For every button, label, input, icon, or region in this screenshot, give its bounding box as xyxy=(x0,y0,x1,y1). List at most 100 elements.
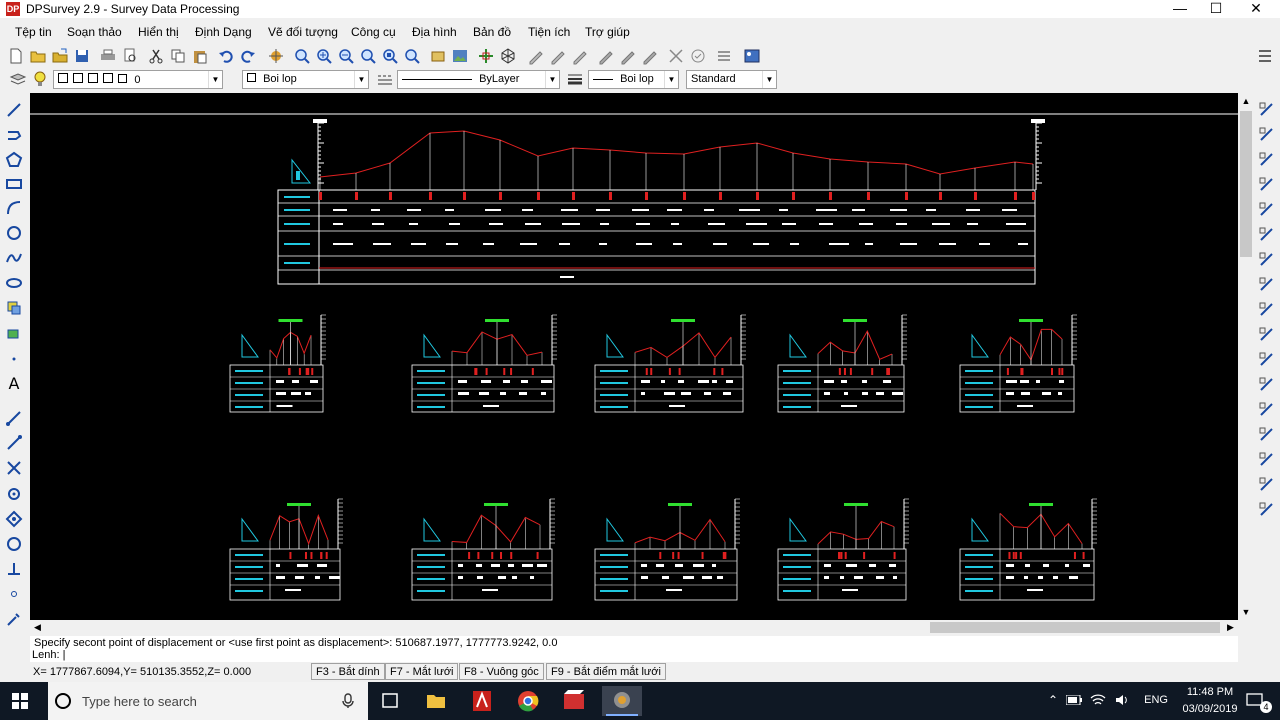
dimension-icon[interactable] xyxy=(5,434,23,452)
make-block-icon[interactable] xyxy=(5,325,23,343)
circle-icon[interactable] xyxy=(5,224,23,242)
break-icon[interactable] xyxy=(1258,476,1276,494)
extend-icon[interactable] xyxy=(5,485,23,503)
scroll-up-icon[interactable]: ▲ xyxy=(1238,93,1254,109)
chevron-down-icon[interactable]: ▼ xyxy=(762,71,776,88)
edit-tool-1-icon[interactable] xyxy=(597,47,615,65)
chevron-down-icon[interactable]: ▼ xyxy=(208,71,222,88)
chrome-icon[interactable] xyxy=(512,686,544,716)
rectangle-icon[interactable] xyxy=(5,175,23,193)
draw-tool-3-icon[interactable] xyxy=(571,47,589,65)
trim-icon[interactable] xyxy=(5,459,23,477)
vertical-scroll-thumb[interactable] xyxy=(1240,111,1252,257)
edit-tool-2-icon[interactable] xyxy=(619,47,637,65)
horizontal-scroll-thumb[interactable] xyxy=(930,622,1220,633)
scroll-right-icon[interactable]: ▶ xyxy=(1223,620,1238,635)
hatch-icon[interactable] xyxy=(715,47,733,65)
dim-diameter-icon[interactable] xyxy=(1258,201,1276,219)
copy-icon[interactable] xyxy=(169,47,187,65)
perpendicular-icon[interactable] xyxy=(5,560,23,578)
draw-tool-2-icon[interactable] xyxy=(549,47,567,65)
maximize-button[interactable]: ☐ xyxy=(1196,0,1236,18)
layer-combo[interactable]: 0 ▼ xyxy=(53,70,223,89)
lineweight-icon[interactable] xyxy=(566,70,584,88)
toolbar-options-icon[interactable] xyxy=(1256,47,1274,65)
zoom-realtime-icon[interactable] xyxy=(293,47,311,65)
edit-icon[interactable] xyxy=(1258,301,1276,319)
menu-format[interactable]: Định Dạng xyxy=(195,25,252,39)
scroll-down-icon[interactable]: ▼ xyxy=(1238,604,1254,620)
insert-block-icon[interactable] xyxy=(5,299,23,317)
text-icon[interactable]: A xyxy=(5,375,23,393)
chevron-down-icon[interactable]: ▼ xyxy=(545,71,559,88)
linetype-combo[interactable]: ByLayer ▼ xyxy=(397,70,560,89)
dim-angular-icon[interactable] xyxy=(1258,226,1276,244)
text-style-combo[interactable]: Standard ▼ xyxy=(686,70,777,89)
command-line[interactable]: Specify secont point of displacement or … xyxy=(30,636,1238,662)
zoom-extents-icon[interactable] xyxy=(381,47,399,65)
clock-time[interactable]: 11:48 PM xyxy=(1175,686,1245,698)
clock-date[interactable]: 03/09/2019 xyxy=(1175,703,1245,715)
dpsurvey-taskbar-icon[interactable] xyxy=(602,686,642,716)
windows-start-icon[interactable] xyxy=(12,693,28,709)
show-hidden-icons-icon[interactable]: ⌃ xyxy=(1048,693,1058,707)
new-file-icon[interactable] xyxy=(7,47,25,65)
undo-icon[interactable] xyxy=(217,47,235,65)
copy-icon[interactable] xyxy=(1258,326,1276,344)
tool-check-icon[interactable] xyxy=(689,47,707,65)
tool-x-icon[interactable] xyxy=(667,47,685,65)
language-indicator[interactable]: ENG xyxy=(1144,694,1168,706)
3d-view-icon[interactable] xyxy=(499,47,517,65)
stretch-icon[interactable] xyxy=(1258,451,1276,469)
dim-linear-icon[interactable] xyxy=(1258,101,1276,119)
snap-icon[interactable] xyxy=(5,510,23,528)
drawing-canvas[interactable] xyxy=(30,93,1238,620)
print-preview-icon[interactable] xyxy=(121,47,139,65)
menu-terrain[interactable]: Địa hình xyxy=(412,25,457,39)
menu-utilities[interactable]: Tiện ích xyxy=(528,25,570,39)
file-explorer-icon[interactable] xyxy=(420,686,452,716)
measure-icon[interactable] xyxy=(5,409,23,427)
horizontal-scrollbar[interactable]: ◀ ▶ xyxy=(30,620,1238,635)
chevron-down-icon[interactable]: ▼ xyxy=(354,71,368,88)
dim-ordinate-icon[interactable] xyxy=(1258,151,1276,169)
minimize-button[interactable]: — xyxy=(1160,0,1200,18)
save-icon[interactable] xyxy=(73,47,91,65)
scroll-left-icon[interactable]: ◀ xyxy=(30,620,45,635)
menu-view[interactable]: Hiển thị xyxy=(138,25,179,39)
layer-manager-icon[interactable] xyxy=(429,47,447,65)
cut-icon[interactable] xyxy=(147,47,165,65)
explode-icon[interactable] xyxy=(1258,501,1276,519)
polygon-icon[interactable] xyxy=(5,151,23,169)
open-folder-icon[interactable] xyxy=(29,47,47,65)
picture-icon[interactable] xyxy=(743,47,761,65)
chevron-down-icon[interactable]: ▼ xyxy=(664,71,678,88)
polyline-icon[interactable] xyxy=(5,126,23,144)
open-recent-icon[interactable] xyxy=(51,47,69,65)
continue-icon[interactable] xyxy=(1258,276,1276,294)
point-icon[interactable] xyxy=(5,350,23,368)
ortho-toggle[interactable]: F8 - Vuông góc xyxy=(459,663,544,680)
image-icon[interactable] xyxy=(451,47,469,65)
linetype-icon[interactable] xyxy=(376,70,394,88)
edit-tool-3-icon[interactable] xyxy=(641,47,659,65)
dim-aligned-icon[interactable] xyxy=(1258,126,1276,144)
grid-toggle[interactable]: F7 - Mắt lưới xyxy=(385,663,459,680)
object-snap-icon[interactable] xyxy=(477,47,495,65)
lineweight-combo[interactable]: Boi lop ▼ xyxy=(588,70,679,89)
menu-help[interactable]: Trợ giúp xyxy=(585,25,630,39)
layers-icon[interactable] xyxy=(9,70,27,88)
arc-icon[interactable] xyxy=(5,199,23,217)
autocad-icon[interactable] xyxy=(466,686,498,716)
command-prompt[interactable]: Lenh: | xyxy=(32,649,65,661)
zoom-window-icon[interactable] xyxy=(359,47,377,65)
rotate-icon[interactable] xyxy=(5,535,23,553)
mirror-icon[interactable] xyxy=(1258,351,1276,369)
ellipse-icon[interactable] xyxy=(5,274,23,292)
settings-icon[interactable] xyxy=(5,610,23,628)
taskbar-search-box[interactable]: Type here to search xyxy=(48,682,368,720)
rotate-icon[interactable] xyxy=(1258,401,1276,419)
print-icon[interactable] xyxy=(99,47,117,65)
bulb-icon[interactable] xyxy=(31,70,49,88)
task-view-icon[interactable] xyxy=(374,686,406,716)
